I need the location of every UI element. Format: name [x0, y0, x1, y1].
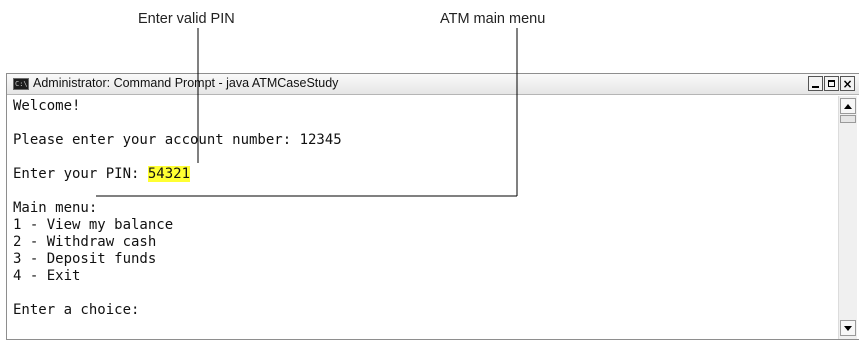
maximize-button[interactable]	[824, 76, 839, 91]
scroll-down-button[interactable]	[840, 320, 856, 336]
vertical-scrollbar[interactable]	[838, 96, 857, 339]
callout-atm-main-menu: ATM main menu	[440, 11, 546, 27]
account-prompt-line: Please enter your account number: 12345	[13, 132, 342, 148]
menu-item-2: 2 - Withdraw cash	[13, 234, 157, 250]
scroll-thumb[interactable]	[840, 115, 856, 123]
close-button[interactable]: ×	[840, 76, 855, 91]
pin-prompt-line: Enter your PIN: 54321	[13, 166, 191, 183]
pin-prompt-label: Enter your PIN:	[13, 166, 148, 182]
menu-item-3: 3 - Deposit funds	[13, 251, 157, 267]
callout-enter-valid-pin: Enter valid PIN	[138, 11, 235, 27]
menu-header-line: Main menu:	[13, 200, 98, 216]
welcome-line: Welcome!	[13, 98, 81, 114]
menu-item-1: 1 - View my balance	[13, 217, 174, 233]
console-output[interactable]: Welcome! Please enter your account numbe…	[9, 96, 835, 339]
scroll-up-button[interactable]	[840, 98, 856, 114]
maximize-icon	[828, 80, 835, 87]
window-title: Administrator: Command Prompt - java ATM…	[33, 76, 339, 90]
title-bar[interactable]: C:\ Administrator: Command Prompt - java…	[7, 74, 859, 95]
chevron-down-icon	[844, 325, 852, 331]
chevron-up-icon	[844, 103, 852, 109]
minimize-button[interactable]	[808, 76, 823, 91]
minimize-icon	[812, 85, 819, 88]
close-icon: ×	[842, 76, 853, 91]
pin-value: 54321	[147, 166, 191, 182]
cmd-icon[interactable]: C:\	[13, 78, 29, 90]
command-prompt-window: C:\ Administrator: Command Prompt - java…	[6, 73, 859, 340]
choice-prompt-line: Enter a choice:	[13, 302, 140, 318]
menu-item-4: 4 - Exit	[13, 268, 81, 284]
